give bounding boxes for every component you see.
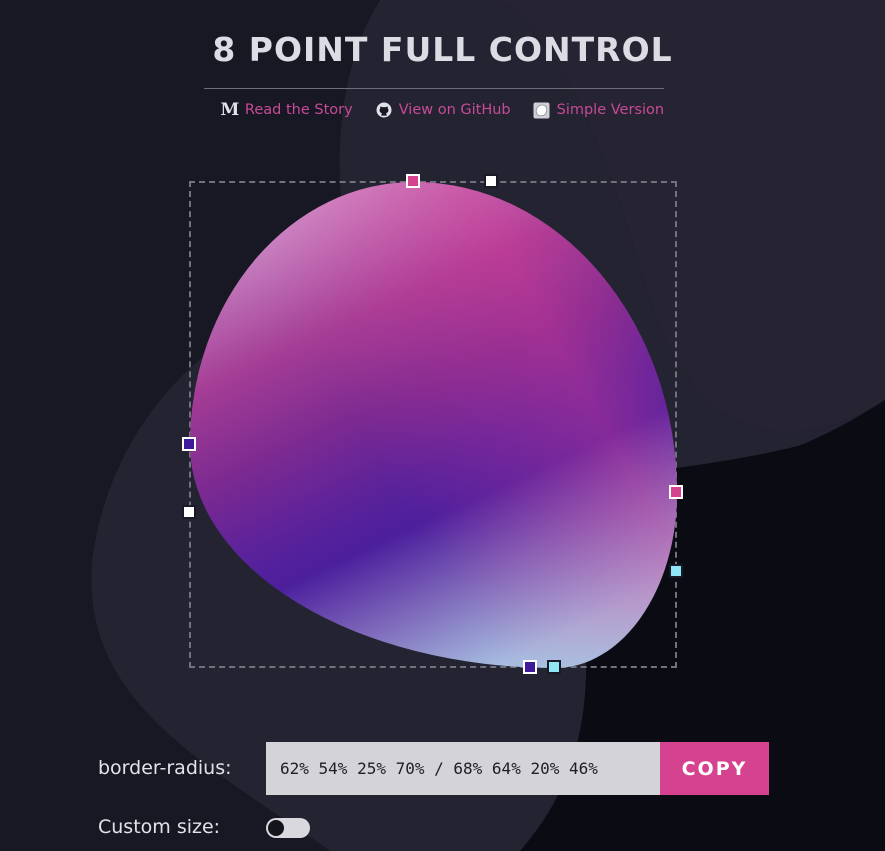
handle-bottom-left[interactable] xyxy=(523,660,537,674)
border-radius-output[interactable]: 62% 54% 25% 70% / 68% 64% 20% 46% xyxy=(266,742,660,795)
github-label: View on GitHub xyxy=(398,102,511,118)
border-radius-label: border-radius: xyxy=(98,757,232,779)
simple-version-label: Simple Version xyxy=(556,102,665,118)
github-icon xyxy=(375,101,393,119)
github-link[interactable]: View on GitHub xyxy=(375,101,511,119)
blob-highlight xyxy=(190,182,677,668)
medium-icon: M xyxy=(220,100,240,120)
handle-right-bottom[interactable] xyxy=(669,564,683,578)
handle-top-left[interactable] xyxy=(406,174,420,188)
handle-top-right[interactable] xyxy=(484,174,498,188)
handle-bottom-right[interactable] xyxy=(547,660,561,674)
blob-icon xyxy=(533,101,551,119)
handle-right-top[interactable] xyxy=(669,485,683,499)
simple-version-link[interactable]: Simple Version xyxy=(533,101,664,119)
toggle-knob xyxy=(268,820,284,836)
handle-left-top[interactable] xyxy=(182,437,196,451)
header-links: M Read the Story View on GitHub Simple V… xyxy=(0,100,885,120)
page-title: 8 POINT FULL CONTROL xyxy=(212,30,673,69)
read-story-link[interactable]: M Read the Story xyxy=(220,100,353,120)
custom-size-toggle[interactable] xyxy=(266,818,310,838)
read-story-label: Read the Story xyxy=(244,102,353,118)
handle-left-bottom[interactable] xyxy=(182,505,196,519)
copy-button[interactable]: COPY xyxy=(660,742,769,795)
blob-shape-preview xyxy=(190,182,677,668)
custom-size-label: Custom size: xyxy=(98,816,221,838)
title-divider xyxy=(204,88,664,89)
